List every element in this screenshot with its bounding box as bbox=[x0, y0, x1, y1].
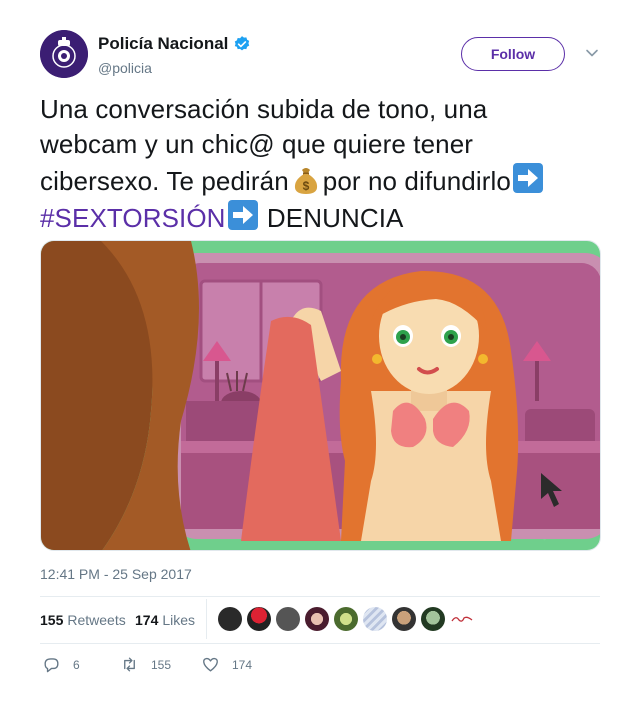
avatar[interactable] bbox=[450, 607, 474, 631]
hashtag-link[interactable]: #SEXTORSIÓN bbox=[40, 203, 226, 233]
liker-avatars bbox=[218, 607, 479, 631]
reply-button[interactable]: 6 bbox=[42, 655, 80, 674]
follow-button[interactable]: Follow bbox=[461, 37, 565, 71]
stats-separator bbox=[206, 599, 207, 639]
avatar[interactable] bbox=[334, 607, 358, 631]
avatar[interactable] bbox=[276, 607, 300, 631]
tweet-actions: 6 155 174 bbox=[40, 655, 340, 677]
retweet-button[interactable]: 155 bbox=[120, 655, 171, 674]
tweet-line: #SEXTORSIÓN DENUNCIA bbox=[40, 199, 610, 236]
retweets-label: Retweets bbox=[67, 612, 126, 628]
avatar[interactable] bbox=[363, 607, 387, 631]
retweets-stat[interactable]: 155 Retweets bbox=[40, 612, 126, 628]
tweet-stats: 155 Retweets 174 Likes bbox=[40, 597, 600, 643]
retweet-count: 155 bbox=[151, 657, 172, 672]
right-arrow-icon bbox=[512, 163, 543, 193]
handle[interactable]: @policia bbox=[98, 60, 152, 76]
tweet-header: Policía Nacional @policia Follow bbox=[40, 30, 600, 80]
tweet-line-text: cibersexo. Te pedirán bbox=[40, 166, 289, 196]
like-count: 174 bbox=[232, 657, 253, 672]
avatar[interactable] bbox=[421, 607, 445, 631]
tweet-line: webcam y un chic@ que quiere tener bbox=[40, 129, 474, 159]
tweet-timestamp[interactable]: 12:41 PM - 25 Sep 2017 bbox=[40, 566, 192, 582]
reply-icon bbox=[44, 658, 59, 673]
retweet-icon bbox=[124, 657, 135, 672]
avatar[interactable] bbox=[218, 607, 242, 631]
likes-count: 174 bbox=[135, 612, 159, 628]
money-bag-icon: $ bbox=[294, 168, 317, 194]
avatar[interactable] bbox=[40, 30, 88, 78]
illustration-image bbox=[41, 241, 600, 550]
tweet-line-text: DENUNCIA bbox=[266, 203, 404, 233]
tweet-line: Una conversación subida de tono, una bbox=[40, 94, 488, 124]
right-arrow-icon bbox=[227, 200, 258, 230]
tweet-media[interactable] bbox=[40, 240, 601, 551]
chevron-down-icon[interactable] bbox=[585, 46, 599, 60]
likes-label: Likes bbox=[162, 612, 196, 628]
tweet-line-text: por no difundirlo bbox=[322, 166, 511, 196]
avatar[interactable] bbox=[305, 607, 329, 631]
tweet-line: cibersexo. Te pedirán $ por no difundirl… bbox=[40, 162, 610, 199]
retweets-count: 155 bbox=[40, 612, 64, 628]
tweet-text: Una conversación subida de tono, una web… bbox=[40, 92, 610, 236]
like-button[interactable]: 174 bbox=[201, 655, 252, 674]
police-badge-icon bbox=[40, 30, 88, 78]
divider bbox=[40, 643, 600, 644]
display-name[interactable]: Policía Nacional bbox=[98, 34, 228, 54]
avatar[interactable] bbox=[247, 607, 271, 631]
likes-stat[interactable]: 174 Likes bbox=[135, 612, 195, 628]
reply-count: 6 bbox=[73, 657, 80, 672]
svg-text:$: $ bbox=[302, 179, 309, 193]
heart-icon bbox=[203, 657, 218, 672]
name-row: Policía Nacional bbox=[98, 34, 251, 54]
avatar[interactable] bbox=[392, 607, 416, 631]
verified-badge-icon bbox=[235, 36, 250, 51]
